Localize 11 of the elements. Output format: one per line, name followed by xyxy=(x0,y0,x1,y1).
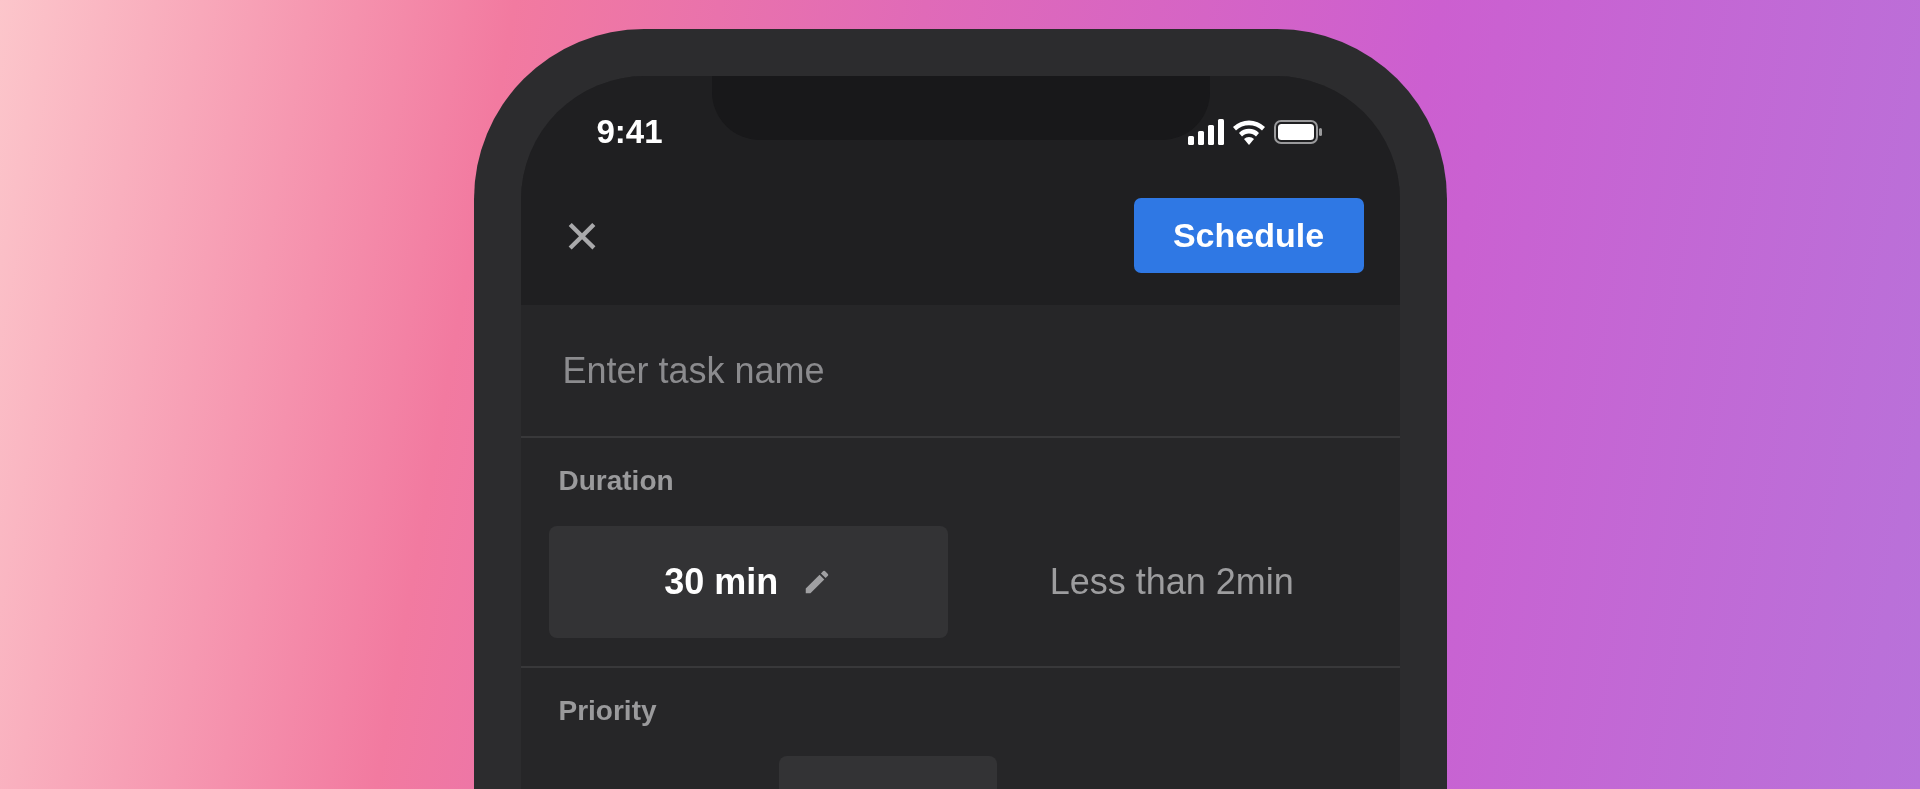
duration-option[interactable]: Less than 2min xyxy=(972,526,1372,638)
battery-icon xyxy=(1273,120,1322,144)
task-name-field[interactable]: Enter task name xyxy=(560,342,1360,399)
close-button[interactable]: × xyxy=(556,205,608,266)
signal-icon xyxy=(1187,119,1224,145)
duration-option[interactable]: 30 min xyxy=(548,526,948,638)
schedule-button[interactable]: Schedule xyxy=(1133,198,1364,273)
section-label: Duration xyxy=(558,464,675,498)
section-label: Priority xyxy=(558,694,658,728)
wifi-icon xyxy=(1231,119,1266,145)
status-time: 9:41 xyxy=(596,112,663,153)
